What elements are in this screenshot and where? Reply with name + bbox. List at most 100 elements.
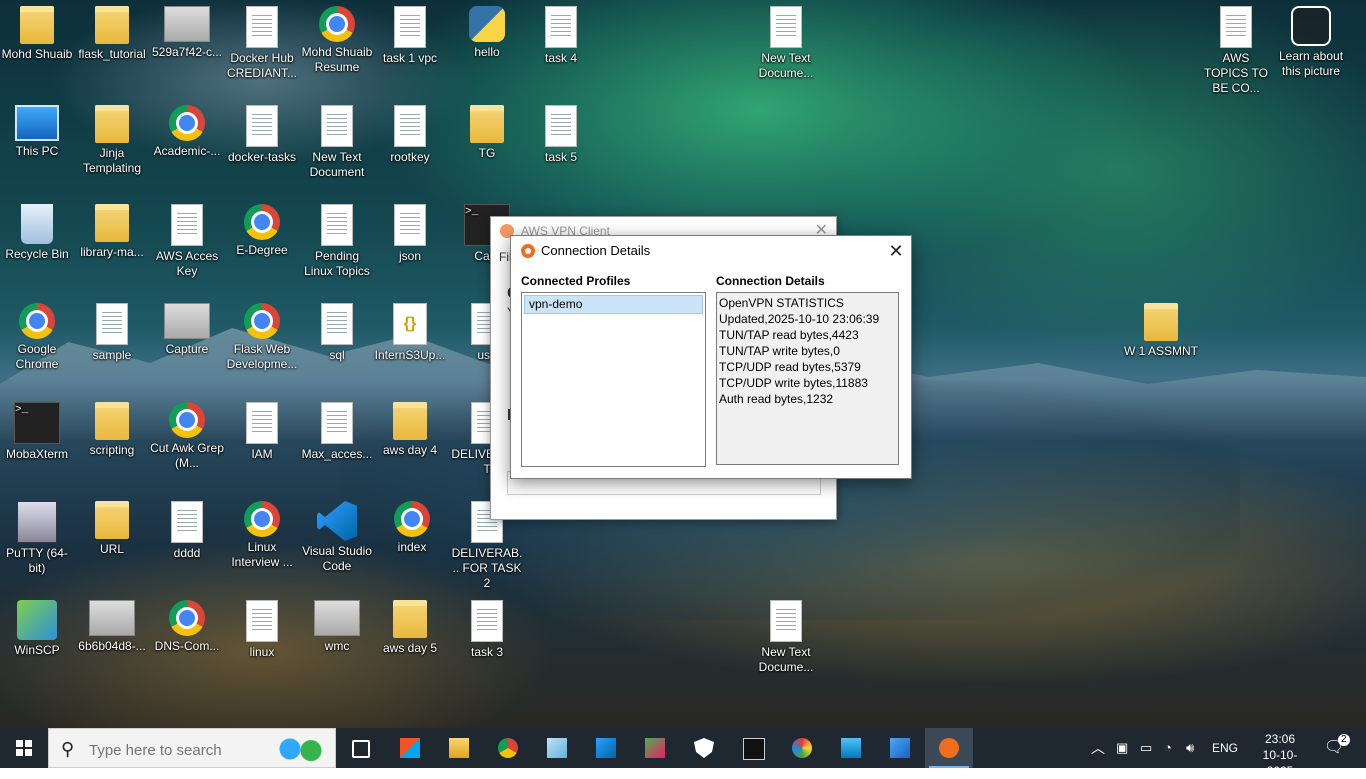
desktop-icon[interactable]: PuTTY (64-bit) [0,495,74,576]
desktop-icon[interactable]: Flask Web Developme... [225,297,299,372]
taskbar-app-security[interactable] [680,728,728,768]
desktop-icon[interactable]: Academic-... [150,99,224,159]
desktop-icon[interactable]: {} InternS3Up... [373,297,447,363]
desktop-icon[interactable]: library-ma... [75,198,149,260]
desktop-icon[interactable]: This PC [0,99,74,159]
desktop-icon[interactable]: linux [225,594,299,660]
chrome-icon [244,303,280,339]
desktop-icon[interactable]: Max_acces... [300,396,374,462]
desktop-icon[interactable]: Learn about this picture [1274,0,1348,79]
desktop-icon[interactable]: sql [300,297,374,363]
clock[interactable]: 23:06 10-10-2025 [1250,731,1310,779]
battery-icon[interactable]: ▭ [1140,728,1152,768]
desktop-icon[interactable]: AWS TOPICS TO BE CO... [1199,0,1273,96]
connection-details-label: Connection Details [716,274,825,288]
taskbar-app-notepad[interactable] [533,728,581,768]
desktop-icon-label: W 1 ASSMNT [1124,344,1199,358]
language-indicator[interactable]: ENG [1212,728,1238,768]
desktop-icon-label: E-Degree [236,243,288,257]
desktop-icon[interactable]: IAM [225,396,299,462]
taskbar-app-microsoft-store[interactable] [386,728,434,768]
taskbar-search-box[interactable]: ⚲ [48,728,336,768]
desktop-icon-label: TG [478,146,496,160]
desktop-icon[interactable]: Docker Hub CREDIANT... [225,0,299,81]
connected-profiles-list[interactable]: vpn-demo [521,292,706,467]
desktop-icon-label: Mohd Shuaib [1,47,73,61]
desktop-icon[interactable]: Visual Studio Code [300,495,374,574]
dialog-titlebar[interactable]: Connection Details ✕ [511,236,911,266]
show-hidden-icons-chevron-icon[interactable]: ︿ [1091,728,1105,768]
search-input[interactable] [87,738,271,762]
desktop-icon[interactable]: task 1 vpc [373,0,447,66]
desktop-icon[interactable]: rootkey [373,99,447,165]
desktop-icon[interactable]: task 5 [524,99,598,165]
desktop-icon[interactable]: task 3 [450,594,524,660]
clock-time: 23:06 [1264,732,1296,746]
desktop-icon[interactable]: task 4 [524,0,598,66]
aws-vpn-logo-icon [521,244,535,258]
pc-icon [15,105,59,141]
taskbar-app-file-explorer[interactable] [435,728,483,768]
desktop-icon[interactable]: Capture [150,297,224,357]
desktop-icon[interactable]: New Text Document [300,99,374,180]
desktop-icon[interactable]: sample [75,297,149,363]
desktop-icon-label: New Text Docume... [758,645,814,674]
volume-icon[interactable]: 🔊︎ [1186,728,1194,768]
desktop-icon[interactable]: New Text Docume... [749,0,823,81]
desktop-icon[interactable]: 529a7f42-c... [150,0,224,60]
stat-line: TUN/TAP read bytes,4423 [719,328,859,342]
taskbar-app-phone-link[interactable] [876,728,924,768]
desktop-icon[interactable]: aws day 5 [373,594,447,656]
start-button[interactable] [0,728,48,768]
desktop-icon[interactable]: docker-tasks [225,99,299,165]
taskbar-app-paint[interactable] [778,728,826,768]
clock-date: 10-10-2025 [1262,748,1298,778]
desktop-icon[interactable]: flask_tutorial [75,0,149,62]
desktop-icon[interactable]: Jinja Templating [75,99,149,176]
desktop-icon-label: task 4 [544,51,577,65]
connection-details-dialog[interactable]: Connection Details ✕ Connected Profiles … [510,235,912,479]
desktop-icon[interactable]: Google Chrome [0,297,74,372]
file-explorer-icon [449,738,469,758]
taskbar-app-terminal[interactable] [729,728,777,768]
desktop-icon[interactable]: Mohd Shuaib [0,0,74,62]
desktop-icon[interactable]: hello [450,0,524,60]
desktop-icon-label: aws day 5 [382,641,438,655]
desktop-icon[interactable]: Linux Interview ... [225,495,299,570]
taskbar-app-google-chrome[interactable] [484,728,532,768]
desktop-icon[interactable]: index [375,495,449,555]
dialog-close-button[interactable]: ✕ [881,236,911,266]
profile-list-item[interactable]: vpn-demo [524,295,703,314]
desktop-icon[interactable]: Cut Awk Grep (M... [150,396,224,471]
desktop-icon[interactable]: AWS Acces Key [150,198,224,279]
desktop-icon[interactable]: Mohd Shuaib Resume [300,0,374,75]
desktop-icon[interactable]: Pending Linux Topics [300,198,374,279]
taskbar-app-photos[interactable] [827,728,875,768]
desktop-icon[interactable]: dddd [150,495,224,561]
document-icon [545,105,577,147]
desktop-icon[interactable]: Recycle Bin [0,198,74,262]
desktop-icon[interactable]: DNS-Com... [150,594,224,654]
connection-details-text[interactable]: OpenVPN STATISTICS Updated,2025-10-10 23… [716,292,899,465]
desktop-icon[interactable]: wmc [300,594,374,654]
taskbar-app-snipping-tool[interactable] [631,728,679,768]
wifi-icon[interactable]: ◔ [1164,728,1172,768]
desktop-icon[interactable]: WinSCP [0,594,74,658]
desktop-icon[interactable]: New Text Docume... [749,594,823,675]
desktop-icon[interactable]: scripting [75,396,149,458]
desktop-icon[interactable]: 6b6b04d8-... [75,594,149,654]
desktop-icon[interactable]: json [373,198,447,264]
desktop-icon[interactable]: >_ MobaXterm [0,396,74,462]
meet-now-icon[interactable]: ▣ [1116,728,1128,768]
notification-count-badge: 2 [1338,734,1350,746]
taskbar-app-visual-studio-code[interactable] [582,728,630,768]
desktop-icon[interactable]: TG [450,99,524,161]
desktop-icon[interactable]: W 1 ASSMNT [1124,297,1198,359]
desktop-icon[interactable]: aws day 4 [373,396,447,458]
taskbar-app-task-view[interactable] [336,728,384,768]
taskbar-app-aws-vpn-client[interactable] [925,728,973,768]
desktop-icon-label: sample [92,348,132,362]
folder-icon [393,600,427,638]
desktop-icon[interactable]: URL [75,495,149,557]
desktop-icon[interactable]: E-Degree [225,198,299,258]
